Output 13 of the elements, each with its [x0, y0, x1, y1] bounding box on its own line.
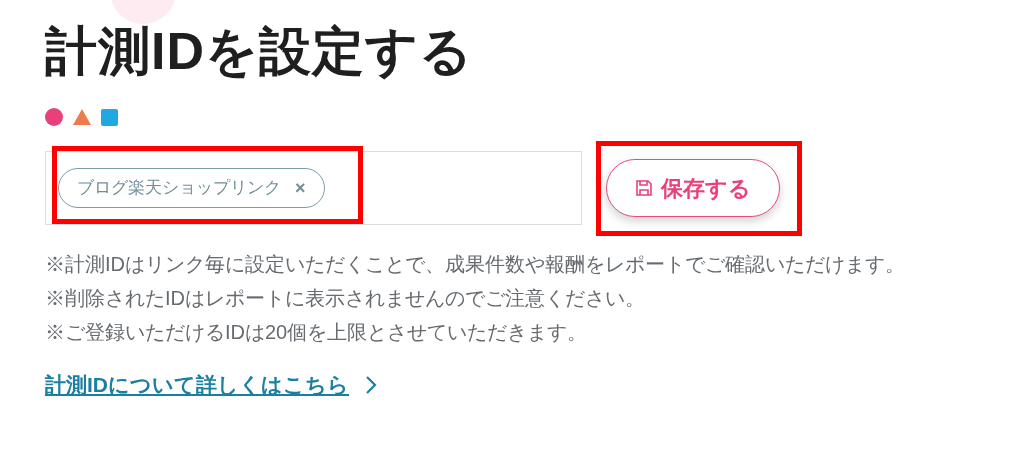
square-icon — [101, 108, 118, 126]
circle-icon — [45, 108, 63, 126]
remove-tag-button[interactable]: × — [295, 174, 306, 202]
note-text: ※ご登録いただけるIDは20個を上限とさせていただきます。 — [45, 320, 589, 345]
note-text: ※削除されたIDはレポートに表示されませんのでご注意ください。 — [45, 286, 646, 311]
details-link[interactable]: 計測IDについて詳しくはこちら — [45, 369, 377, 401]
note-text: ※計測IDはリンク毎に設定いただくことで、成果件数や報酬をレポートでご確認いただけます。 — [45, 252, 906, 277]
page-title: 計測IDを設定する — [45, 21, 474, 82]
tag-label: ブログ楽天ショップリンク — [77, 177, 281, 200]
triangle-icon — [73, 109, 91, 125]
save-icon — [635, 179, 653, 197]
chevron-right-icon — [365, 374, 377, 395]
save-button[interactable]: 保存する — [606, 159, 780, 217]
